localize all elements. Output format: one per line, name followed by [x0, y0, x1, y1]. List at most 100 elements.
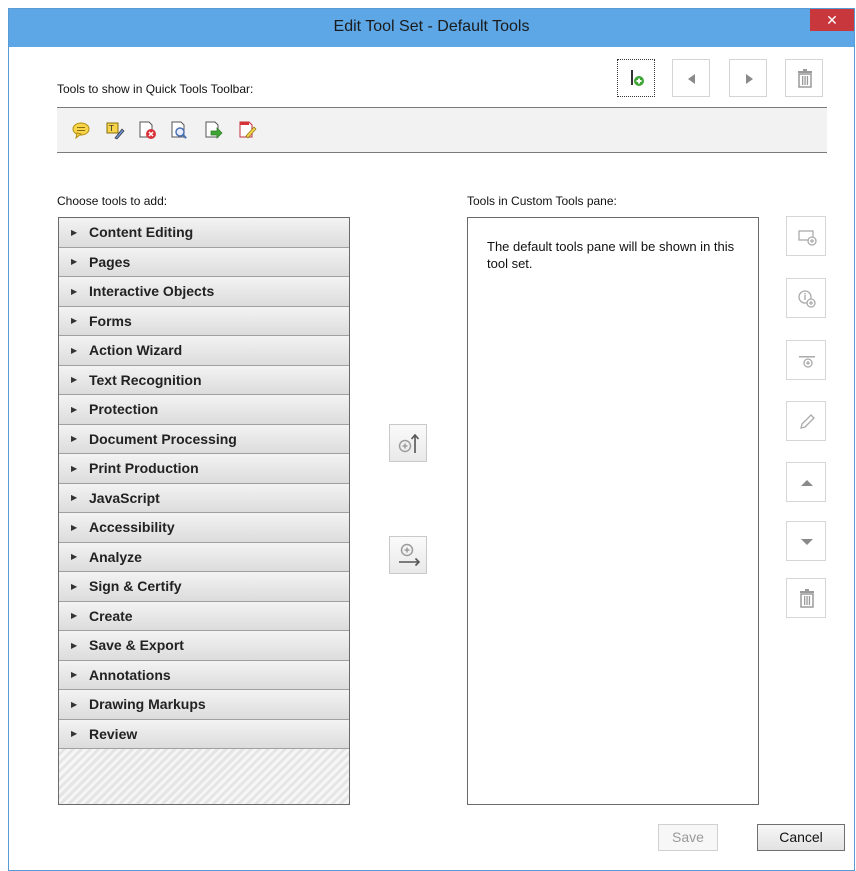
- save-button[interactable]: Save: [658, 824, 718, 851]
- tool-category-item[interactable]: ▶ Content Editing: [59, 218, 349, 248]
- triangle-left-icon: [688, 74, 695, 84]
- expand-arrow-icon: ▶: [71, 316, 78, 326]
- delete-quick-tool-button[interactable]: [785, 59, 823, 97]
- tool-category-list: ▶ Content Editing ▶ Pages ▶ Interactive Objec…: [58, 217, 350, 805]
- edit-text-icon[interactable]: T: [105, 120, 125, 140]
- expand-arrow-icon: ▶: [71, 345, 78, 355]
- export-icon[interactable]: [203, 120, 223, 140]
- add-to-quick-tools-arrow-button[interactable]: [389, 424, 427, 462]
- find-icon[interactable]: [169, 120, 189, 140]
- tool-category-item[interactable]: ▶ Print Production: [59, 454, 349, 484]
- tool-category-label: Forms: [89, 312, 132, 329]
- add-divider-icon: [799, 356, 815, 368]
- quick-tools-label: Tools to show in Quick Tools Toolbar:: [57, 82, 254, 96]
- quick-tools-toolbar: T: [57, 107, 827, 153]
- edit-tool-set-dialog: Edit Tool Set - Default Tools ✕ Tools to…: [8, 8, 855, 871]
- expand-arrow-icon: ▶: [71, 522, 78, 532]
- add-info-icon: [798, 290, 816, 308]
- expand-arrow-icon: ▶: [71, 375, 78, 385]
- add-to-pane-arrow-button[interactable]: [389, 536, 427, 574]
- add-instruction-button[interactable]: [786, 278, 826, 318]
- tool-category-label: JavaScript: [89, 489, 160, 506]
- add-divider-button[interactable]: [786, 340, 826, 380]
- cancel-button[interactable]: Cancel: [757, 824, 845, 851]
- tool-category-label: Review: [89, 725, 138, 742]
- expand-arrow-icon: ▶: [71, 404, 78, 414]
- add-to-quick-tools-button[interactable]: [617, 59, 655, 97]
- tool-category-label: Action Wizard: [89, 342, 183, 359]
- trash-icon: [800, 589, 814, 608]
- rename-button[interactable]: [786, 401, 826, 441]
- expand-arrow-icon: ▶: [71, 463, 78, 473]
- tool-category-item[interactable]: ▶ Accessibility: [59, 513, 349, 543]
- tool-category-item[interactable]: ▶ Create: [59, 601, 349, 631]
- triangle-right-icon: [746, 74, 753, 84]
- tool-category-item[interactable]: ▶ Sign & Certify: [59, 572, 349, 602]
- tool-category-item[interactable]: ▶ Text Recognition: [59, 365, 349, 395]
- choose-tools-label: Choose tools to add:: [57, 194, 168, 208]
- triangle-down-icon: [801, 539, 813, 545]
- expand-arrow-icon: ▶: [71, 493, 78, 503]
- expand-arrow-icon: ▶: [71, 670, 78, 680]
- delete-pane-item-button[interactable]: [786, 578, 826, 618]
- tool-category-label: Drawing Markups: [89, 696, 206, 713]
- tool-category-item[interactable]: ▶ Document Processing: [59, 424, 349, 454]
- pencil-icon: [800, 414, 815, 429]
- dialog-title: Edit Tool Set - Default Tools: [333, 18, 530, 35]
- expand-arrow-icon: ▶: [71, 611, 78, 621]
- expand-arrow-icon: ▶: [71, 434, 78, 444]
- expand-arrow-icon: ▶: [71, 640, 78, 650]
- tool-category-label: Analyze: [89, 548, 142, 565]
- expand-arrow-icon: ▶: [71, 581, 78, 591]
- custom-tools-pane[interactable]: The default tools pane will be shown in …: [467, 217, 759, 805]
- tool-category-item[interactable]: ▶ Forms: [59, 306, 349, 336]
- tool-category-label: Interactive Objects: [89, 283, 215, 300]
- expand-arrow-icon: ▶: [71, 227, 78, 237]
- add-panel-icon: [798, 230, 817, 246]
- tool-category-item[interactable]: ▶ Drawing Markups: [59, 690, 349, 720]
- title-bar: Edit Tool Set - Default Tools ✕: [9, 9, 854, 47]
- svg-text:T: T: [108, 124, 114, 133]
- tool-category-item[interactable]: ▶ Review: [59, 719, 349, 749]
- expand-arrow-icon: ▶: [71, 552, 78, 562]
- close-icon: ✕: [826, 12, 838, 28]
- tool-category-item[interactable]: ▶ JavaScript: [59, 483, 349, 513]
- expand-arrow-icon: ▶: [71, 257, 78, 267]
- tool-category-item[interactable]: ▶ Annotations: [59, 660, 349, 690]
- add-panel-button[interactable]: [786, 216, 826, 256]
- tool-category-item[interactable]: ▶ Protection: [59, 395, 349, 425]
- tool-category-label: Print Production: [89, 460, 199, 477]
- tool-category-label: Save & Export: [89, 637, 184, 654]
- tool-category-label: Sign & Certify: [89, 578, 182, 595]
- tool-category-label: Protection: [89, 401, 159, 418]
- tool-category-label: Document Processing: [89, 430, 237, 447]
- tool-category-item[interactable]: ▶ Analyze: [59, 542, 349, 572]
- custom-pane-message: The default tools pane will be shown in …: [487, 239, 735, 271]
- comment-icon[interactable]: [71, 120, 91, 140]
- tool-category-item[interactable]: ▶ Pages: [59, 247, 349, 277]
- tool-category-label: Text Recognition: [89, 371, 202, 388]
- tool-category-label: Content Editing: [89, 224, 194, 241]
- tool-category-label: Accessibility: [89, 519, 175, 536]
- tool-category-label: Annotations: [89, 666, 171, 683]
- close-button[interactable]: ✕: [810, 9, 854, 31]
- trash-icon: [798, 69, 812, 88]
- tool-category-label: Create: [89, 607, 133, 624]
- tool-category-item[interactable]: ▶ Save & Export: [59, 631, 349, 661]
- delete-pages-icon[interactable]: [137, 120, 157, 140]
- expand-arrow-icon: ▶: [71, 729, 78, 739]
- move-up-button[interactable]: [786, 462, 826, 502]
- move-left-button[interactable]: [672, 59, 710, 97]
- move-down-button[interactable]: [786, 521, 826, 561]
- add-right-arrow-icon: [399, 543, 421, 567]
- expand-arrow-icon: ▶: [71, 286, 78, 296]
- expand-arrow-icon: ▶: [71, 699, 78, 709]
- fill-sign-icon[interactable]: [237, 120, 257, 140]
- custom-pane-label: Tools in Custom Tools pane:: [467, 194, 617, 208]
- move-right-button[interactable]: [729, 59, 767, 97]
- tool-category-item[interactable]: ▶ Action Wizard: [59, 336, 349, 366]
- tool-category-item[interactable]: ▶ Interactive Objects: [59, 277, 349, 307]
- add-up-arrow-icon: [398, 433, 420, 453]
- add-tool-icon: [631, 70, 644, 86]
- triangle-up-icon: [801, 480, 813, 486]
